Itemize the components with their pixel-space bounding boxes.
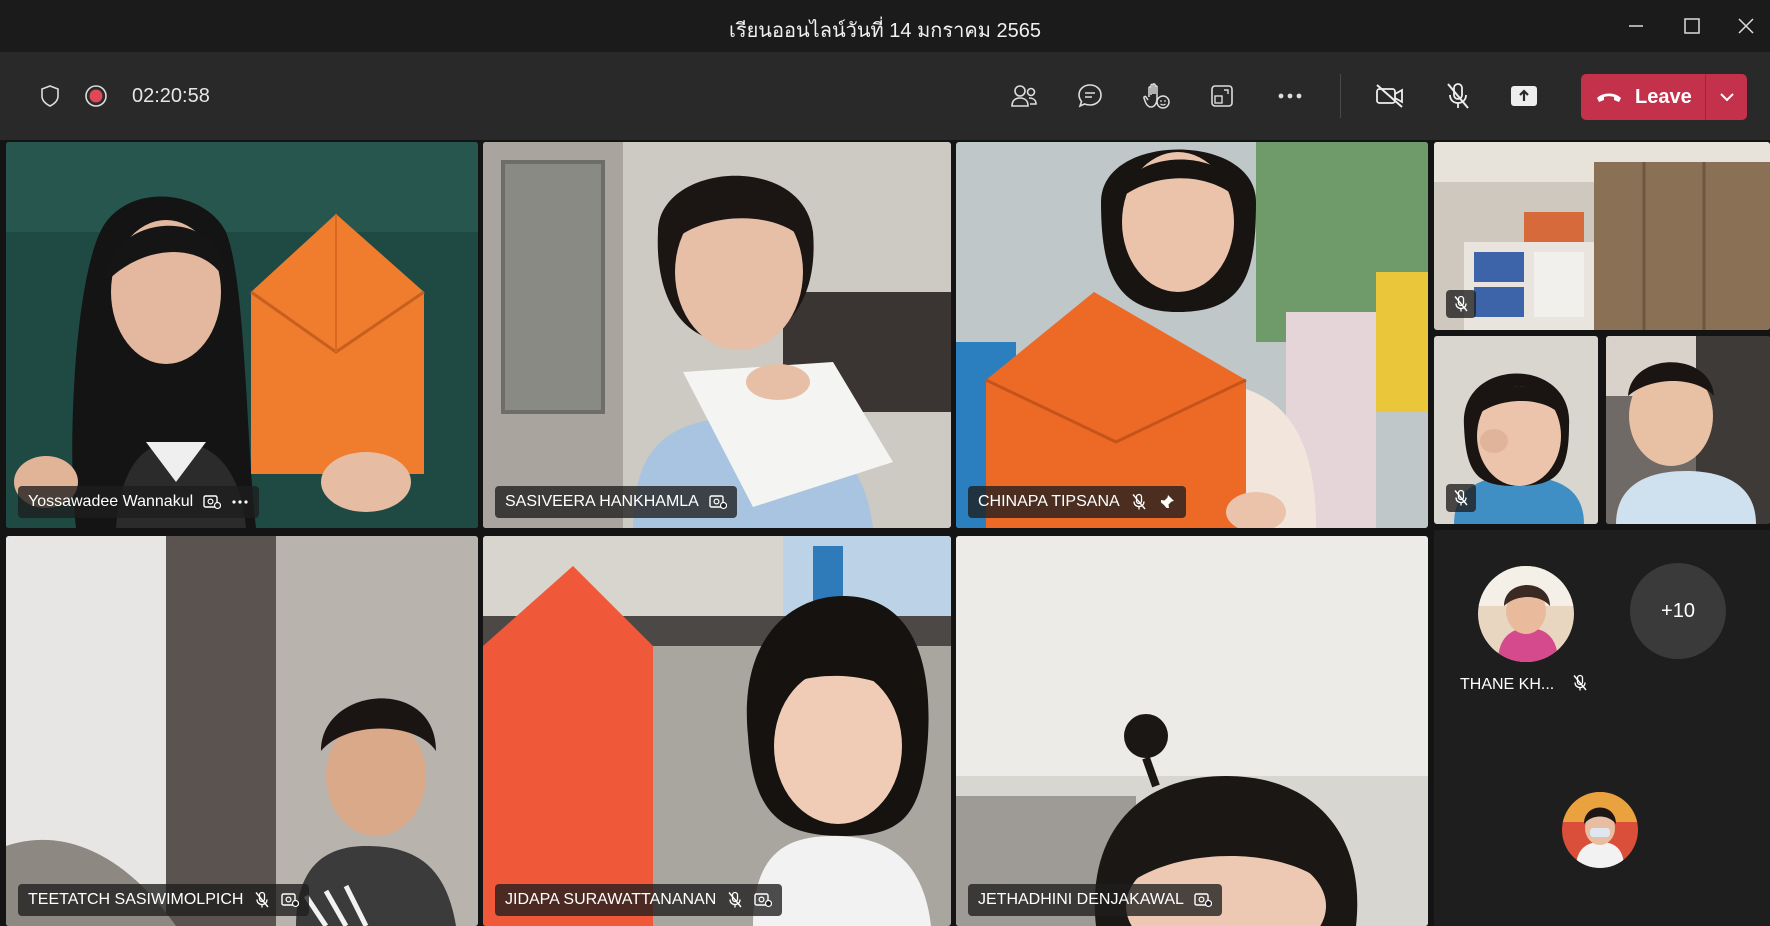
participant-tile[interactable]: JETHADHINI DENJAKAWAL xyxy=(956,536,1428,926)
video-effects-icon xyxy=(203,493,222,511)
chat-icon xyxy=(1078,84,1102,108)
participant-name: SASIVEERA HANKHAMLA xyxy=(505,493,699,510)
video-stage: Yossawadee Wannakul SASIVEERA HANKHAMLA … xyxy=(0,140,1770,926)
close-icon xyxy=(1738,18,1754,34)
window-title: เรียนออนไลน์วันที่ 14 มกราคม 2565 xyxy=(729,20,1041,42)
participant-name-pill: Yossawadee Wannakul xyxy=(18,486,260,518)
leave-button[interactable]: Leave xyxy=(1581,74,1705,120)
chevron-down-icon xyxy=(1719,93,1734,102)
leave-options-button[interactable] xyxy=(1706,92,1747,102)
video-feed xyxy=(6,142,478,528)
video-effects-icon xyxy=(754,891,773,909)
security-button[interactable] xyxy=(28,74,72,118)
mic-off-icon xyxy=(1130,493,1148,511)
participant-name-pill: SASIVEERA HANKHAMLA xyxy=(495,486,737,518)
maximize-icon xyxy=(1684,18,1700,34)
record-icon xyxy=(85,85,107,107)
video-feed xyxy=(483,536,951,926)
toolbar-separator xyxy=(1340,74,1341,118)
video-effects-icon xyxy=(1194,891,1212,909)
participant-name-pill: JETHADHINI DENJAKAWAL xyxy=(968,884,1222,916)
mic-toggle-button[interactable] xyxy=(1436,74,1480,118)
participant-name: JIDAPA SURAWATTANANAN xyxy=(505,891,717,908)
video-feed xyxy=(483,142,951,528)
mic-off-icon xyxy=(253,891,271,909)
camera-toggle-button[interactable] xyxy=(1368,74,1412,118)
more-icon xyxy=(1278,93,1302,99)
avatar-photo xyxy=(1562,792,1638,868)
participant-name-pill: TEETATCH SASIWIMOLPICH xyxy=(18,884,310,916)
video-feed xyxy=(1606,336,1770,524)
minimize-button[interactable] xyxy=(1620,10,1652,42)
title-bar: เรียนออนไลน์วันที่ 14 มกราคม 2565 xyxy=(0,0,1770,52)
participant-name: CHINAPA TIPSANA xyxy=(978,493,1120,510)
raise-hand-icon xyxy=(1143,83,1170,109)
participant-avatar[interactable] xyxy=(1562,792,1638,868)
participant-name: TEETATCH SASIWIMOLPICH xyxy=(28,891,244,908)
participant-name: JETHADHINI DENJAKAWAL xyxy=(978,891,1184,908)
close-button[interactable] xyxy=(1730,10,1762,42)
more-actions-button[interactable] xyxy=(1268,74,1312,118)
minimize-icon xyxy=(1629,25,1643,27)
video-effects-icon xyxy=(281,891,300,909)
mic-off-icon xyxy=(1454,295,1468,312)
video-feed xyxy=(956,142,1428,528)
participant-tile[interactable]: JIDAPA SURAWATTANANAN xyxy=(483,536,951,926)
phone-icon xyxy=(1597,93,1621,102)
avatar-name: THANE KH... xyxy=(1460,676,1555,693)
leave-button-group: Leave xyxy=(1581,74,1747,120)
participant-tile[interactable]: CHINAPA TIPSANA xyxy=(956,142,1428,528)
chat-button[interactable] xyxy=(1068,74,1112,118)
video-feed xyxy=(6,536,478,926)
participant-tile-small[interactable] xyxy=(1434,142,1770,330)
mic-off-icon xyxy=(1454,489,1468,506)
participant-name-pill: JIDAPA SURAWATTANANAN xyxy=(495,884,783,916)
mic-off-icon xyxy=(726,891,744,909)
video-effects-icon xyxy=(709,493,727,511)
meeting-timer: 02:20:58 xyxy=(132,85,210,107)
view-button[interactable] xyxy=(1200,74,1244,118)
share-screen-button[interactable] xyxy=(1502,74,1546,118)
maximize-button[interactable] xyxy=(1676,10,1708,42)
camera-off-icon xyxy=(1376,84,1403,108)
more-participants-button[interactable]: +10 xyxy=(1630,563,1726,659)
participant-tile-small[interactable] xyxy=(1434,336,1598,524)
reactions-button[interactable] xyxy=(1134,74,1178,118)
teams-meeting-window: เรียนออนไลน์วันที่ 14 มกราคม 2565 02:20:… xyxy=(0,0,1770,926)
people-icon xyxy=(1011,85,1037,107)
share-icon xyxy=(1511,86,1537,106)
participants-button[interactable] xyxy=(1002,74,1046,118)
participant-tile[interactable]: Yossawadee Wannakul xyxy=(6,142,478,528)
muted-indicator xyxy=(1446,290,1476,318)
mic-off-icon xyxy=(1572,674,1592,696)
mic-off-icon xyxy=(1447,83,1469,109)
participant-name-pill: CHINAPA TIPSANA xyxy=(968,486,1186,518)
participant-tile-small[interactable] xyxy=(1606,336,1770,524)
more-options-icon[interactable] xyxy=(231,493,249,511)
avatar-photo xyxy=(1478,566,1574,662)
participant-name: Yossawadee Wannakul xyxy=(28,493,194,510)
meeting-toolbar: 02:20:58 Leave xyxy=(0,52,1770,140)
leave-label: Leave xyxy=(1635,85,1692,108)
muted-indicator xyxy=(1446,484,1476,512)
pin-icon[interactable] xyxy=(1158,493,1176,511)
view-icon xyxy=(1211,85,1233,107)
participant-tile[interactable]: SASIVEERA HANKHAMLA xyxy=(483,142,951,528)
participant-avatar[interactable] xyxy=(1478,566,1574,662)
shield-icon xyxy=(41,85,59,107)
video-feed xyxy=(1434,142,1770,330)
video-feed xyxy=(956,536,1428,926)
participant-tile[interactable]: TEETATCH SASIWIMOLPICH xyxy=(6,536,478,926)
recording-indicator xyxy=(74,74,118,118)
